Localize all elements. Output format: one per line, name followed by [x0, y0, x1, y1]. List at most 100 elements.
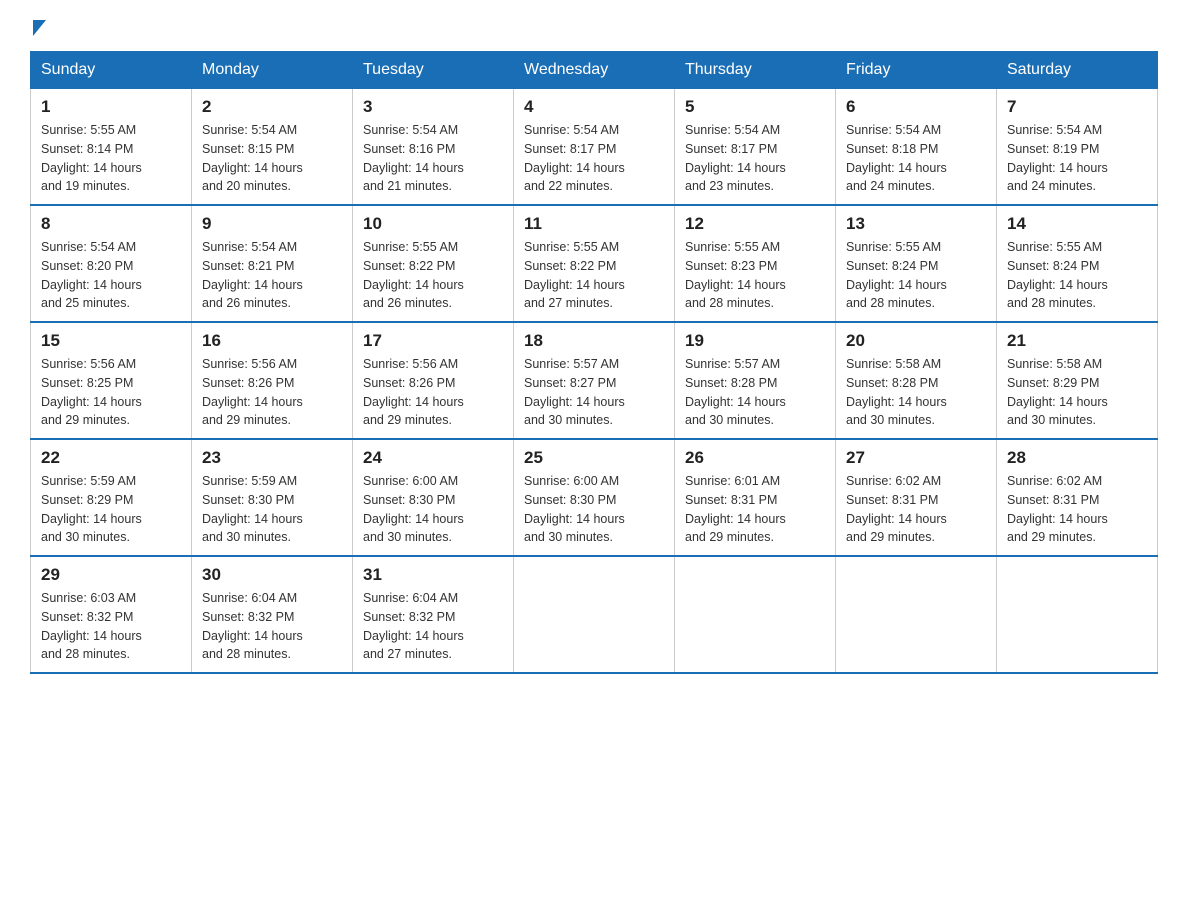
day-number: 23	[202, 448, 342, 468]
calendar-table: SundayMondayTuesdayWednesdayThursdayFrid…	[30, 51, 1158, 674]
day-info: Sunrise: 5:58 AMSunset: 8:28 PMDaylight:…	[846, 355, 986, 430]
day-number: 29	[41, 565, 181, 585]
calendar-cell: 27 Sunrise: 6:02 AMSunset: 8:31 PMDayligh…	[836, 439, 997, 556]
day-number: 24	[363, 448, 503, 468]
day-number: 9	[202, 214, 342, 234]
day-number: 8	[41, 214, 181, 234]
day-number: 28	[1007, 448, 1147, 468]
day-info: Sunrise: 6:03 AMSunset: 8:32 PMDaylight:…	[41, 589, 181, 664]
calendar-cell: 12 Sunrise: 5:55 AMSunset: 8:23 PMDayligh…	[675, 205, 836, 322]
day-info: Sunrise: 6:01 AMSunset: 8:31 PMDaylight:…	[685, 472, 825, 547]
calendar-cell: 28 Sunrise: 6:02 AMSunset: 8:31 PMDayligh…	[997, 439, 1158, 556]
day-info: Sunrise: 5:55 AMSunset: 8:24 PMDaylight:…	[1007, 238, 1147, 313]
calendar-cell: 26 Sunrise: 6:01 AMSunset: 8:31 PMDayligh…	[675, 439, 836, 556]
calendar-cell: 9 Sunrise: 5:54 AMSunset: 8:21 PMDaylight…	[192, 205, 353, 322]
calendar-cell: 16 Sunrise: 5:56 AMSunset: 8:26 PMDayligh…	[192, 322, 353, 439]
calendar-week-row: 8 Sunrise: 5:54 AMSunset: 8:20 PMDaylight…	[31, 205, 1158, 322]
day-info: Sunrise: 5:54 AMSunset: 8:15 PMDaylight:…	[202, 121, 342, 196]
calendar-cell: 24 Sunrise: 6:00 AMSunset: 8:30 PMDayligh…	[353, 439, 514, 556]
day-number: 7	[1007, 97, 1147, 117]
day-info: Sunrise: 6:04 AMSunset: 8:32 PMDaylight:…	[202, 589, 342, 664]
day-info: Sunrise: 5:56 AMSunset: 8:25 PMDaylight:…	[41, 355, 181, 430]
calendar-cell: 1 Sunrise: 5:55 AMSunset: 8:14 PMDaylight…	[31, 88, 192, 205]
day-info: Sunrise: 5:57 AMSunset: 8:28 PMDaylight:…	[685, 355, 825, 430]
day-info: Sunrise: 5:54 AMSunset: 8:17 PMDaylight:…	[685, 121, 825, 196]
calendar-week-row: 15 Sunrise: 5:56 AMSunset: 8:25 PMDayligh…	[31, 322, 1158, 439]
day-number: 5	[685, 97, 825, 117]
day-info: Sunrise: 5:54 AMSunset: 8:20 PMDaylight:…	[41, 238, 181, 313]
weekday-header-tuesday: Tuesday	[353, 52, 514, 88]
calendar-cell: 4Sunrise: 5:54 AMSunset: 8:17 PMDaylight…	[514, 88, 675, 205]
calendar-cell: 30Sunrise: 6:04 AMSunset: 8:32 PMDayligh…	[192, 556, 353, 673]
day-number: 3	[363, 97, 503, 117]
calendar-cell: 23 Sunrise: 5:59 AMSunset: 8:30 PMDayligh…	[192, 439, 353, 556]
day-number: 17	[363, 331, 503, 351]
day-number: 25	[524, 448, 664, 468]
calendar-cell: 2 Sunrise: 5:54 AMSunset: 8:15 PMDaylight…	[192, 88, 353, 205]
calendar-header-row: SundayMondayTuesdayWednesdayThursdayFrid…	[31, 52, 1158, 88]
day-number: 4	[524, 97, 664, 117]
day-number: 15	[41, 331, 181, 351]
day-info: Sunrise: 5:55 AMSunset: 8:14 PMDaylight:…	[41, 121, 181, 196]
day-number: 13	[846, 214, 986, 234]
day-number: 26	[685, 448, 825, 468]
day-info: Sunrise: 5:55 AMSunset: 8:23 PMDaylight:…	[685, 238, 825, 313]
day-number: 20	[846, 331, 986, 351]
day-info: Sunrise: 5:54 AMSunset: 8:21 PMDaylight:…	[202, 238, 342, 313]
calendar-week-row: 29 Sunrise: 6:03 AMSunset: 8:32 PMDayligh…	[31, 556, 1158, 673]
logo-arrow-icon	[33, 20, 46, 41]
weekday-header-saturday: Saturday	[997, 52, 1158, 88]
calendar-cell	[514, 556, 675, 673]
calendar-cell: 7 Sunrise: 5:54 AMSunset: 8:19 PMDaylight…	[997, 88, 1158, 205]
calendar-cell: 6 Sunrise: 5:54 AMSunset: 8:18 PMDaylight…	[836, 88, 997, 205]
calendar-week-row: 1 Sunrise: 5:55 AMSunset: 8:14 PMDaylight…	[31, 88, 1158, 205]
day-info: Sunrise: 6:00 AMSunset: 8:30 PMDaylight:…	[363, 472, 503, 547]
day-number: 31	[363, 565, 503, 585]
day-info: Sunrise: 6:02 AMSunset: 8:31 PMDaylight:…	[846, 472, 986, 547]
day-number: 16	[202, 331, 342, 351]
day-number: 21	[1007, 331, 1147, 351]
day-info: Sunrise: 5:59 AMSunset: 8:29 PMDaylight:…	[41, 472, 181, 547]
calendar-cell	[675, 556, 836, 673]
calendar-cell: 10Sunrise: 5:55 AMSunset: 8:22 PMDayligh…	[353, 205, 514, 322]
calendar-cell: 20 Sunrise: 5:58 AMSunset: 8:28 PMDayligh…	[836, 322, 997, 439]
calendar-cell: 21 Sunrise: 5:58 AMSunset: 8:29 PMDayligh…	[997, 322, 1158, 439]
calendar-cell: 22 Sunrise: 5:59 AMSunset: 8:29 PMDayligh…	[31, 439, 192, 556]
calendar-cell: 31Sunrise: 6:04 AMSunset: 8:32 PMDayligh…	[353, 556, 514, 673]
day-info: Sunrise: 6:02 AMSunset: 8:31 PMDaylight:…	[1007, 472, 1147, 547]
day-info: Sunrise: 5:55 AMSunset: 8:22 PMDaylight:…	[363, 238, 503, 313]
calendar-cell	[997, 556, 1158, 673]
calendar-cell: 15 Sunrise: 5:56 AMSunset: 8:25 PMDayligh…	[31, 322, 192, 439]
calendar-cell: 11 Sunrise: 5:55 AMSunset: 8:22 PMDayligh…	[514, 205, 675, 322]
day-info: Sunrise: 5:56 AMSunset: 8:26 PMDaylight:…	[363, 355, 503, 430]
day-number: 12	[685, 214, 825, 234]
calendar-week-row: 22 Sunrise: 5:59 AMSunset: 8:29 PMDayligh…	[31, 439, 1158, 556]
calendar-cell	[836, 556, 997, 673]
day-info: Sunrise: 5:54 AMSunset: 8:18 PMDaylight:…	[846, 121, 986, 196]
weekday-header-sunday: Sunday	[31, 52, 192, 88]
day-number: 11	[524, 214, 664, 234]
weekday-header-wednesday: Wednesday	[514, 52, 675, 88]
day-info: Sunrise: 5:54 AMSunset: 8:19 PMDaylight:…	[1007, 121, 1147, 196]
calendar-cell: 19 Sunrise: 5:57 AMSunset: 8:28 PMDayligh…	[675, 322, 836, 439]
day-info: Sunrise: 5:59 AMSunset: 8:30 PMDaylight:…	[202, 472, 342, 547]
day-number: 19	[685, 331, 825, 351]
day-info: Sunrise: 6:00 AMSunset: 8:30 PMDaylight:…	[524, 472, 664, 547]
day-info: Sunrise: 5:57 AMSunset: 8:27 PMDaylight:…	[524, 355, 664, 430]
day-number: 22	[41, 448, 181, 468]
calendar-cell: 17 Sunrise: 5:56 AMSunset: 8:26 PMDayligh…	[353, 322, 514, 439]
day-number: 6	[846, 97, 986, 117]
day-number: 1	[41, 97, 181, 117]
day-number: 27	[846, 448, 986, 468]
day-number: 2	[202, 97, 342, 117]
calendar-cell: 29 Sunrise: 6:03 AMSunset: 8:32 PMDayligh…	[31, 556, 192, 673]
day-info: Sunrise: 5:56 AMSunset: 8:26 PMDaylight:…	[202, 355, 342, 430]
day-info: Sunrise: 5:58 AMSunset: 8:29 PMDaylight:…	[1007, 355, 1147, 430]
calendar-cell: 8 Sunrise: 5:54 AMSunset: 8:20 PMDaylight…	[31, 205, 192, 322]
calendar-cell: 14 Sunrise: 5:55 AMSunset: 8:24 PMDayligh…	[997, 205, 1158, 322]
day-number: 14	[1007, 214, 1147, 234]
day-info: Sunrise: 5:55 AMSunset: 8:22 PMDaylight:…	[524, 238, 664, 313]
calendar-cell: 18Sunrise: 5:57 AMSunset: 8:27 PMDayligh…	[514, 322, 675, 439]
calendar-cell: 25 Sunrise: 6:00 AMSunset: 8:30 PMDayligh…	[514, 439, 675, 556]
day-info: Sunrise: 5:55 AMSunset: 8:24 PMDaylight:…	[846, 238, 986, 313]
